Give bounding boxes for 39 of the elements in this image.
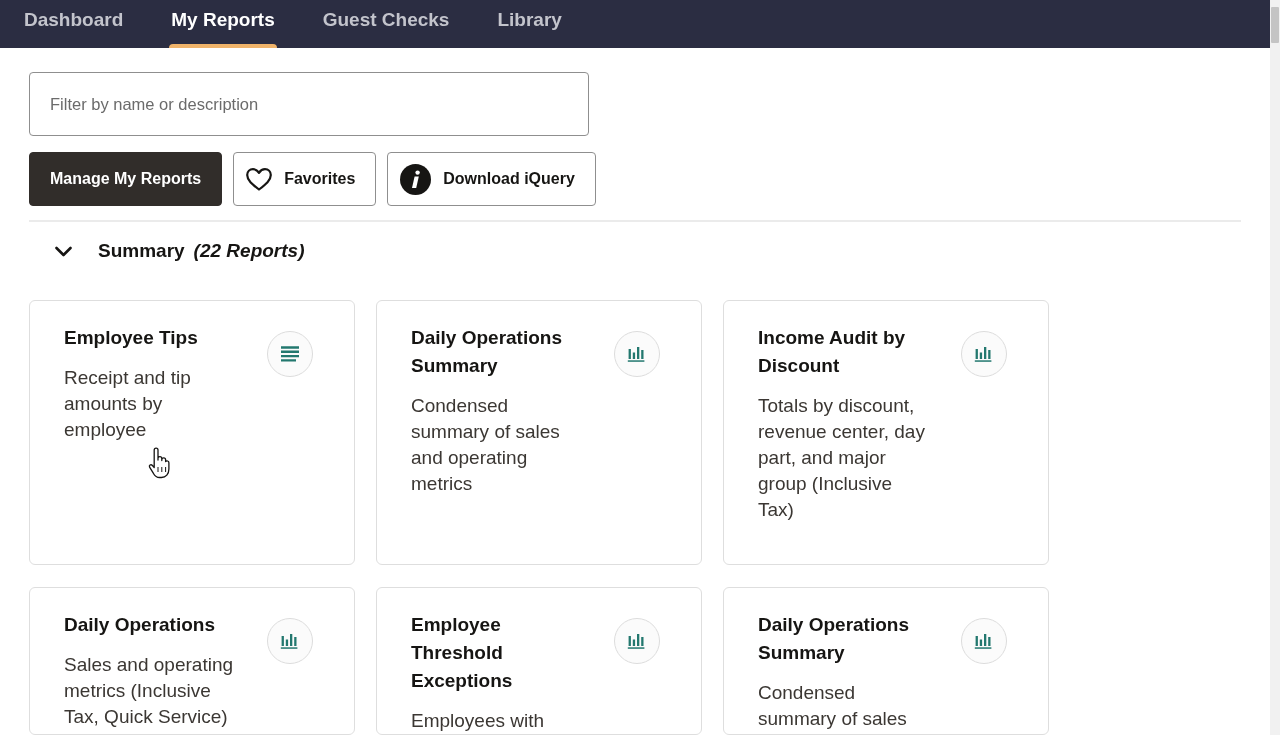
bar-chart-icon: [961, 618, 1007, 664]
report-card[interactable]: Daily Operations Summary Condensed summary of sales: [723, 587, 1049, 735]
filter-field[interactable]: Filter by name or description: [29, 72, 589, 136]
report-description: Condensed summary of sales: [758, 681, 908, 731]
report-card[interactable]: Income Audit by Discount Totals by discount, revenue center, day part, and major group (Inclusive Tax): [723, 300, 1049, 565]
nav-tab[interactable]: My Reports: [169, 0, 277, 48]
hand-pointer-icon: [148, 447, 170, 479]
manage-reports-button[interactable]: Manage My Reports: [29, 152, 223, 206]
info-icon: [400, 163, 432, 195]
bar-chart-icon: [267, 618, 313, 664]
report-description: Sales and operating metrics (Inclusive Tax, Quick Service): [64, 653, 234, 729]
report-title: Employee Tips: [64, 326, 199, 350]
report-description: Employees with: [411, 709, 546, 733]
nav-tab[interactable]: Library: [495, 0, 564, 48]
report-description: Condensed summary of sales and operating metrics: [411, 394, 561, 496]
report-title: Income Audit by Discount: [758, 326, 907, 378]
favorites-button[interactable]: Favorites: [233, 152, 377, 206]
report-card[interactable]: Daily Operations Sales and operating metrics (Inclusive Tax, Quick Service): [29, 587, 355, 735]
report-description: Totals by discount, revenue center, day part, and major group (Inclusive Tax): [758, 394, 926, 522]
report-title: Daily Operations Summary: [758, 613, 910, 665]
list-icon: [267, 331, 313, 377]
report-title: Daily Operations: [64, 613, 216, 637]
bar-chart-icon: [614, 618, 660, 664]
heart-icon: [246, 167, 273, 191]
report-count: (22 Reports): [193, 240, 305, 262]
nav-tab[interactable]: Guest Checks: [320, 0, 452, 48]
report-description: Receipt and tip amounts by employee: [64, 366, 192, 442]
scrollbar[interactable]: [1270, 0, 1280, 735]
report-card[interactable]: Employee Threshold Exceptions Employees with: [376, 587, 702, 735]
bar-chart-icon: [961, 331, 1007, 377]
bar-chart-icon: [614, 331, 660, 377]
section-title: Summary: [98, 240, 185, 262]
scrollbar-thumb[interactable]: [1271, 7, 1279, 43]
report-card[interactable]: Daily Operations Summary Condensed summary of sales and operating metrics: [376, 300, 702, 565]
nav-tab[interactable]: Dashboard: [22, 0, 126, 48]
report-title: Daily Operations Summary: [411, 326, 563, 378]
download-button[interactable]: Download iQuery: [387, 152, 596, 206]
report-card[interactable]: Employee Tips Receipt and tip amounts by employee: [29, 300, 355, 565]
report-title: Employee Threshold Exceptions: [411, 613, 514, 693]
